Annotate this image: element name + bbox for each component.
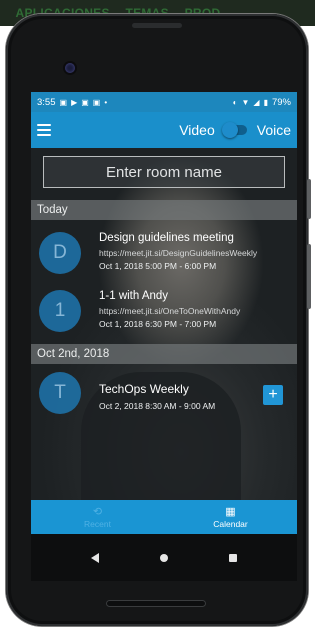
- signal-icon: ◢: [253, 97, 260, 107]
- earpiece-speaker: [132, 23, 182, 28]
- video-voice-toggle[interactable]: [221, 122, 247, 138]
- vibrate-icon: ◐: [232, 97, 238, 107]
- meeting-title: Design guidelines meeting: [99, 232, 234, 244]
- notification-icon: ▶: [71, 97, 78, 107]
- meeting-avatar: T: [39, 372, 81, 414]
- add-to-calendar-button[interactable]: +: [263, 385, 283, 405]
- meeting-avatar: D: [39, 232, 81, 274]
- dot-icon: •: [104, 97, 108, 107]
- meeting-time: Oct 1, 2018 6:30 PM - 7:00 PM: [99, 319, 217, 329]
- meeting-item[interactable]: T TechOps Weekly Oct 2, 2018 8:30 AM - 9…: [31, 368, 297, 428]
- hamburger-menu-icon[interactable]: [37, 124, 51, 136]
- front-camera: [65, 63, 75, 73]
- room-name-input[interactable]: [43, 156, 285, 188]
- meeting-url: https://meet.jit.si/DesignGuidelinesWeek…: [99, 248, 258, 258]
- meeting-title: 1-1 with Andy: [99, 290, 169, 302]
- home-icon[interactable]: [159, 553, 168, 562]
- nav-tab-recent[interactable]: ⟲ Recent: [31, 500, 164, 534]
- video-mode-label[interactable]: Video: [179, 122, 215, 138]
- bottom-speaker: [106, 600, 206, 607]
- section-header-today: Today: [31, 200, 297, 220]
- meeting-item[interactable]: 1 1-1 with Andy https://meet.jit.si/OneT…: [31, 282, 297, 342]
- notification-icon: ▣: [59, 97, 68, 107]
- recents-icon[interactable]: [228, 553, 237, 562]
- voice-mode-label[interactable]: Voice: [257, 122, 291, 138]
- status-bar: 3:55 ▣ ▶ ▣ ▣ • ◐ ▼ ◢ ▮ 79%: [31, 92, 297, 112]
- notification-icon: ▣: [92, 97, 101, 107]
- meeting-time: Oct 1, 2018 5:00 PM - 6:00 PM: [99, 261, 217, 271]
- power-button: [307, 244, 311, 309]
- status-time: 3:55: [37, 96, 56, 108]
- meeting-time: Oct 2, 2018 8:30 AM - 9:00 AM: [99, 401, 216, 411]
- meeting-avatar: 1: [39, 290, 81, 332]
- meeting-item[interactable]: D Design guidelines meeting https://meet…: [31, 222, 297, 282]
- section-header-oct-2: Oct 2nd, 2018: [31, 344, 297, 364]
- meeting-title: TechOps Weekly: [99, 382, 189, 396]
- app-toolbar: Video Voice: [31, 112, 297, 148]
- notification-icon: ▣: [81, 97, 89, 107]
- android-navigation-bar: [31, 534, 297, 581]
- nav-tab-calendar[interactable]: ▦ Calendar: [164, 500, 297, 534]
- volume-button: [307, 179, 311, 219]
- bottom-navigation: ⟲ Recent ▦ Calendar: [31, 500, 297, 534]
- calendar-icon: ▦: [225, 505, 236, 518]
- history-icon: ⟲: [92, 505, 103, 518]
- back-icon[interactable]: [91, 552, 100, 563]
- battery-icon: ▮: [263, 97, 268, 107]
- wifi-icon: ▼: [241, 97, 250, 107]
- nav-tab-label: Recent: [84, 518, 111, 529]
- app-screen: 3:55 ▣ ▶ ▣ ▣ • ◐ ▼ ◢ ▮ 79% Video Voice T…: [31, 92, 297, 581]
- nav-tab-label: Calendar: [213, 518, 248, 529]
- meeting-url: https://meet.jit.si/OneToOneWithAndy: [99, 306, 241, 316]
- battery-level: 79%: [271, 96, 291, 108]
